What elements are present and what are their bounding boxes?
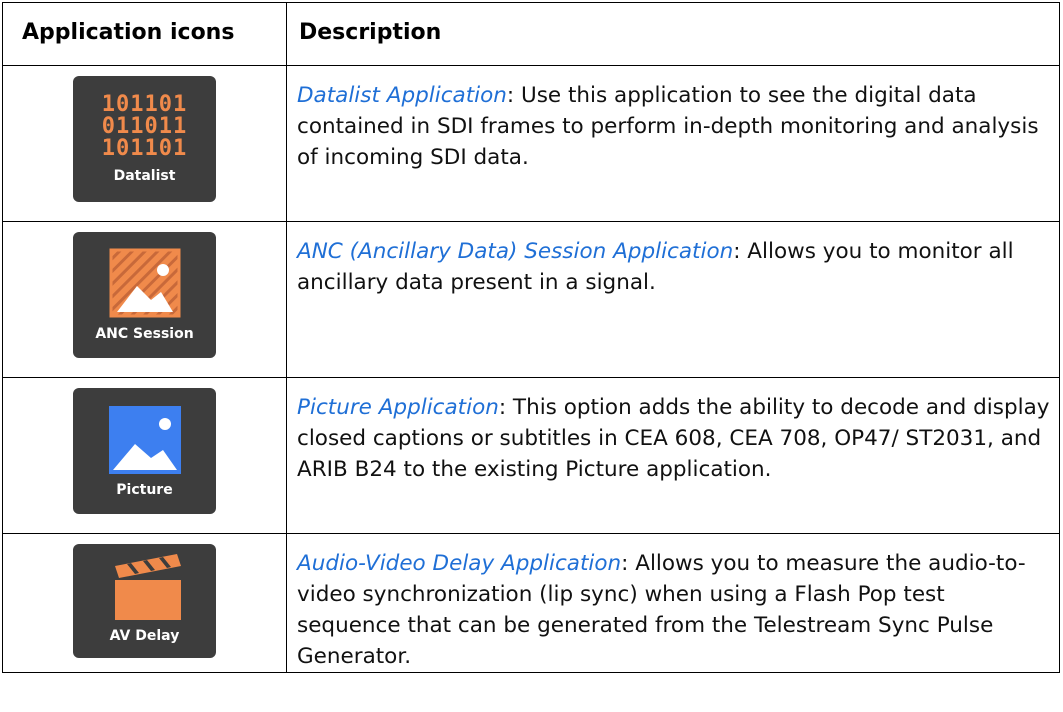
icon-label: ANC Session xyxy=(95,326,194,342)
table-row: Picture Picture Application: This option… xyxy=(2,377,1060,534)
av-delay-application-link[interactable]: Audio-Video Delay Application xyxy=(297,551,621,576)
icon-label: Picture xyxy=(116,482,173,498)
description-cell: Datalist Application: Use this applicati… xyxy=(286,65,1060,222)
picture-application-link[interactable]: Picture Application xyxy=(297,395,499,420)
binary-line: 011011 xyxy=(101,114,188,139)
description-cell: ANC (Ancillary Data) Session Application… xyxy=(286,221,1060,378)
icon-cell: 101101 011011 101101 Datalist xyxy=(2,65,287,222)
picture-app-icon: Picture xyxy=(73,388,216,514)
binary-line: 101101 xyxy=(101,136,188,161)
table-header-row: Application icons Description xyxy=(2,2,1060,66)
document-page: Application icons Description 101101 011… xyxy=(0,0,1063,712)
column-header-icons: Application icons xyxy=(2,2,287,66)
icon-label: AV Delay xyxy=(109,628,180,644)
column-header-description-label: Description xyxy=(299,20,442,45)
binary-digits: 101101 011011 101101 xyxy=(73,94,216,160)
datalist-app-icon: 101101 011011 101101 Datalist xyxy=(73,76,216,202)
av-delay-app-icon: AV Delay xyxy=(73,544,216,658)
anc-session-application-link[interactable]: ANC (Ancillary Data) Session Application xyxy=(297,239,733,264)
icon-label: Datalist xyxy=(113,168,176,184)
datalist-application-link[interactable]: Datalist Application xyxy=(297,83,507,108)
table-row: 101101 011011 101101 Datalist Datalist A… xyxy=(2,65,1060,222)
description-text: Picture Application: This option adds th… xyxy=(287,378,1059,485)
description-text: ANC (Ancillary Data) Session Application… xyxy=(287,222,1059,298)
icon-cell: Picture xyxy=(2,377,287,534)
binary-line: 101101 xyxy=(101,92,188,117)
description-text: Audio-Video Delay Application: Allows yo… xyxy=(287,534,1059,672)
table-row: AV Delay Audio-Video Delay Application: … xyxy=(2,533,1060,673)
column-header-icons-label: Application icons xyxy=(22,20,235,45)
table-row: ANC Session ANC (Ancillary Data) Session… xyxy=(2,221,1060,378)
description-cell: Audio-Video Delay Application: Allows yo… xyxy=(286,533,1060,673)
applications-table: Application icons Description 101101 011… xyxy=(2,2,1060,673)
column-header-description: Description xyxy=(286,2,1060,66)
icon-cell: ANC Session xyxy=(2,221,287,378)
description-cell: Picture Application: This option adds th… xyxy=(286,377,1060,534)
anc-session-app-icon: ANC Session xyxy=(73,232,216,358)
description-text: Datalist Application: Use this applicati… xyxy=(287,66,1059,173)
icon-cell: AV Delay xyxy=(2,533,287,673)
